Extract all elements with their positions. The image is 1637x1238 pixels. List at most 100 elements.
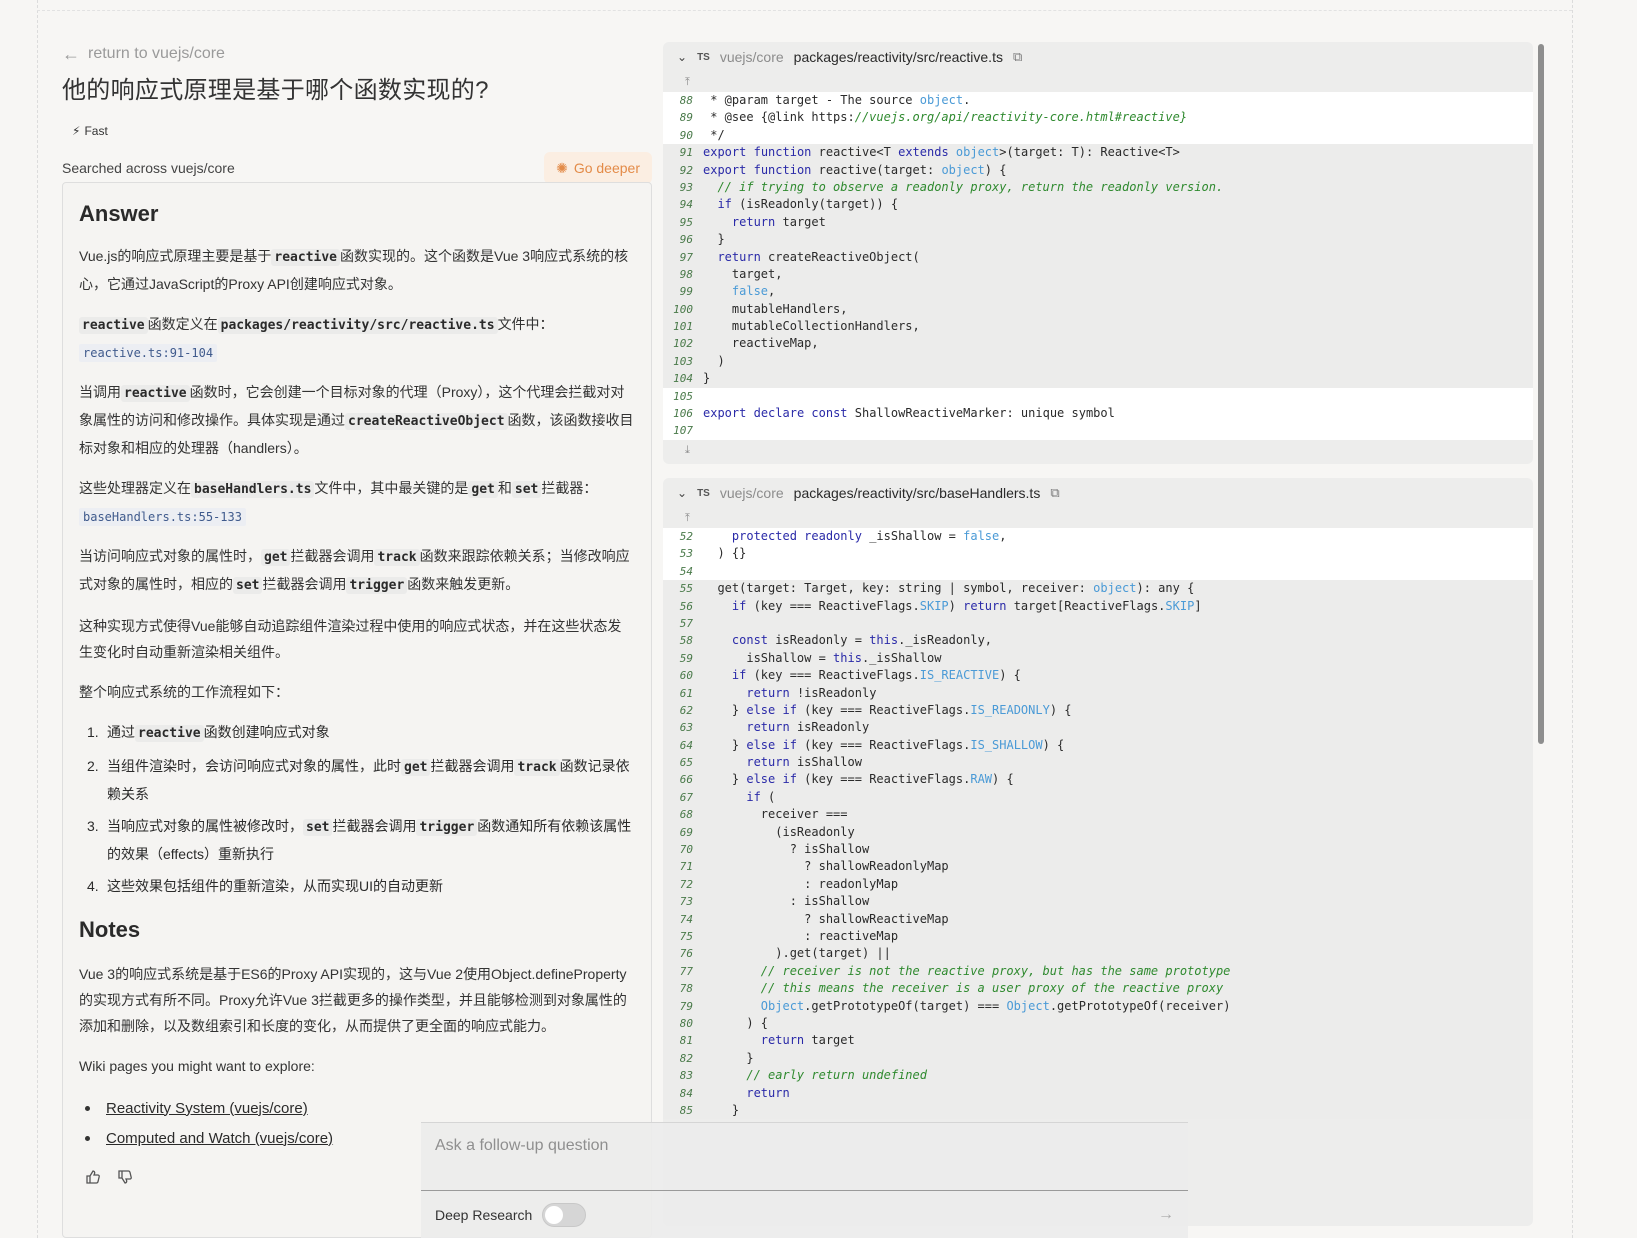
arrow-right-icon[interactable]: → [1158,1206,1174,1224]
line-number: 80 [679,1016,693,1030]
answer-paragraph-3: 当调用 reactive 函数时，它会创建一个目标对象的代理（Proxy），这个代理… [79,379,635,461]
line-number: 104 [673,372,693,386]
line-number: 97 [679,250,693,264]
answer-card: Answer Vue.js的响应式原理主要是基于 reactive 函数实现的。这个… [62,182,652,1238]
scrollbar[interactable] [1538,44,1544,744]
followup-composer: Ask a follow-up question Deep Research → [421,1122,1188,1238]
code-text: return isShallow [746,755,862,770]
deep-research-toggle-row: Deep Research [435,1203,587,1227]
code-panel-header[interactable]: ⌄ TS vuejs/core packages/reactivity/src/… [663,42,1533,72]
back-link[interactable]: ← return to vuejs/core [62,42,652,66]
code-line: 101 mutableCollectionHandlers, [663,318,1533,336]
workflow-list: 1. 通过 reactive 函数创建响应式对象 2. 当组件渲染时，会访问响应式对象的… [79,719,635,899]
page-title: 他的响应式原理是基于哪个函数实现的? [62,77,489,104]
expand-up-icon[interactable]: ⤒ [663,72,1533,92]
language-badge: TS [697,487,710,499]
bullet [85,1105,90,1111]
line-number: 62 [679,703,693,717]
code-line: 82 } [663,1049,1533,1068]
line-number: 63 [679,721,693,735]
code-text: return createReactiveObject( [717,249,920,264]
code-line: 55 get(target: Target, key: string | sym… [663,580,1533,598]
code-text: return target [731,214,826,229]
code-text: ).get(target) || [703,946,891,961]
followup-input[interactable]: Ask a follow-up question [421,1123,1188,1191]
text: 拦截器会调用 [262,576,347,592]
text: 拦截器会调用 [332,818,417,834]
text: 和 [497,480,512,496]
code-line: 77 // receiver is not the reactive proxy… [663,962,1533,981]
answer-paragraph-6: 这种实现方式使得Vue能够自动追踪组件渲染过程中使用的响应式状态，并在这些状态发… [79,618,622,660]
go-deeper-button[interactable]: ✺ Go deeper [544,152,652,184]
code-reference-link[interactable]: reactive.ts:91-104 [79,344,218,362]
code-text: protected readonly _isShallow = false, [731,529,1007,543]
line-number: 82 [679,1051,693,1065]
frame-divider-right [1572,0,1573,1238]
list-item: 1. 通过 reactive 函数创建响应式对象 [79,719,635,747]
code-line: 70 ? isShallow [663,841,1533,859]
code-line: 81 return target [663,1032,1533,1050]
list-number: 2. [87,758,99,774]
code-line: 78 // this means the receiver is a user … [663,980,1533,998]
code-text: ? shallowReadonlyMap [703,859,949,874]
line-number: 60 [679,669,693,683]
code-text: mutableHandlers, [703,301,848,316]
code-line: 80 ) { [663,1014,1533,1033]
line-number: 96 [679,233,693,247]
text: Vue.js的响应式原理主要是基于 [79,248,272,264]
line-number: 102 [673,337,693,351]
code-text: if ( [746,789,776,804]
code-line: 102 reactiveMap, [663,335,1533,353]
wiki-intro: Wiki pages you might want to explore: [79,1058,315,1074]
code-body: 52 protected readonly _isShallow = false… [663,528,1533,1120]
line-number: 78 [679,982,693,996]
code-line: 72 : readonlyMap [663,875,1533,894]
list-item: 2. 当组件渲染时，会访问响应式对象的属性，此时 get 拦截器会调用 track 函数记… [79,753,635,807]
code-line: 106 export declare const ShallowReactiveM… [663,405,1533,423]
line-number: 61 [679,686,693,700]
code-line: 98 target, [663,265,1533,284]
expand-up-icon[interactable]: ⤒ [663,508,1533,528]
answer-paragraph-1: Vue.js的响应式原理主要是基于 reactive 函数实现的。这个函数是Vue … [79,243,635,297]
wiki-link-reactivity[interactable]: Reactivity System (vuejs/core) [106,1100,308,1117]
code-text: if (isReadonly(target)) { [717,197,899,212]
line-number: 59 [679,651,693,665]
inline-code: set [511,481,542,498]
thumbs-down-icon[interactable] [117,1169,133,1188]
code-panel-basehandlers: ⌄ TS vuejs/core packages/reactivity/src/… [663,478,1533,1226]
code-line: 60 if (key === ReactiveFlags.IS_REACTIVE… [663,667,1533,685]
inline-code: reactive [271,249,341,266]
search-scope-row: Searched across vuejs/core ✺ Go deeper [62,151,652,185]
wiki-link-computed-watch[interactable]: Computed and Watch (vuejs/core) [106,1130,333,1147]
repo-name: vuejs/core [719,49,784,65]
text: 当访问响应式对象的属性时， [79,548,261,564]
code-text: export declare const ShallowReactiveMark… [703,406,1115,421]
code-line: 105 [663,387,1533,406]
code-line: 99 false, [663,283,1533,301]
code-line: 94 if (isReadonly(target)) { [663,196,1533,214]
code-line: 107 [663,422,1533,440]
code-panel-header[interactable]: ⌄ TS vuejs/core packages/reactivity/src/… [663,478,1533,508]
chevron-down-icon[interactable]: ⌄ [677,50,687,64]
copy-icon[interactable]: ⧉ [1013,49,1022,65]
chevron-down-icon[interactable]: ⌄ [677,486,687,500]
code-line: 97 return createReactiveObject( [663,248,1533,266]
expand-down-icon[interactable]: ⤓ [663,440,1533,460]
inline-code: get [468,481,498,498]
line-number: 52 [679,530,693,543]
list-text: 这些效果包括组件的重新渲染，从而实现UI的自动更新 [107,878,443,894]
text: 文件中： [497,316,554,332]
deep-research-toggle[interactable] [542,1203,587,1227]
copy-icon[interactable]: ⧉ [1050,485,1059,501]
line-number: 84 [679,1086,693,1100]
code-text: if (key === ReactiveFlags.SKIP) return t… [731,598,1202,613]
code-text: return isReadonly [746,720,870,735]
code-line: 96 } [663,231,1533,249]
line-number: 99 [679,285,693,299]
code-reference-link[interactable]: baseHandlers.ts:55-133 [79,508,246,526]
lightning-icon: ⚡ [72,124,81,138]
thumbs-up-icon[interactable] [85,1169,101,1188]
code-text: reactiveMap, [703,336,819,351]
line-number: 71 [679,860,693,874]
code-text: // receiver is not the reactive proxy, b… [760,963,1231,978]
